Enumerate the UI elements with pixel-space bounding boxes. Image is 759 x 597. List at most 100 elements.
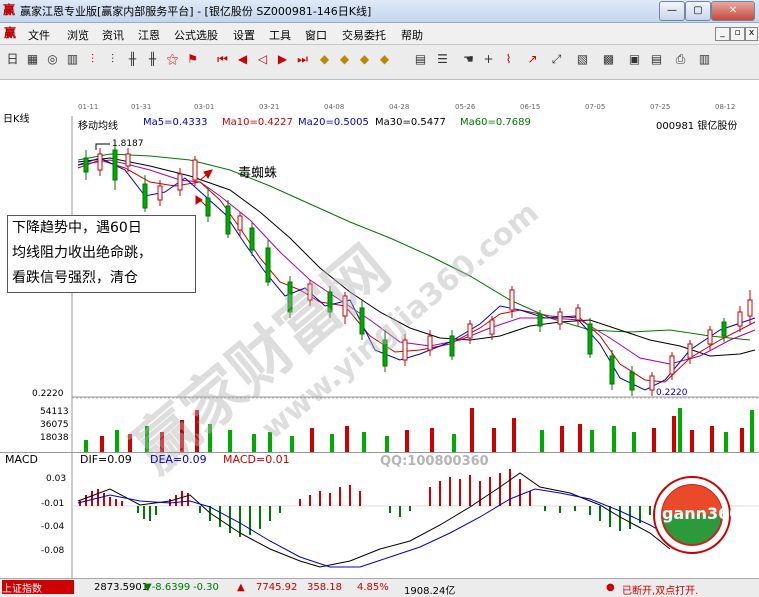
diamond-icon-4[interactable]: ◆: [376, 51, 393, 68]
ma10-label: Ma10=0.4227: [222, 117, 293, 128]
volume-label: 54113: [40, 407, 69, 417]
date-label: 05-26: [455, 103, 476, 111]
menu-file[interactable]: 文件: [28, 27, 50, 43]
prev-icon[interactable]: ◀: [234, 51, 251, 68]
title-bar: 赢 赢家江恩专业版[赢家内部服务平台] - [银亿股份 SZ000981-146…: [0, 0, 759, 23]
macd-value-label: MACD=0.01: [223, 453, 290, 466]
date-label: 01-31: [131, 103, 152, 111]
diamond-icon-2[interactable]: ◆: [336, 51, 353, 68]
gann360-logo-text: gann360: [662, 504, 741, 523]
menu-info[interactable]: 资讯: [102, 27, 124, 43]
sh-index-value: 2873.5901: [94, 582, 149, 593]
macd-chart[interactable]: [0, 452, 759, 578]
diamond-icon-3[interactable]: ◆: [356, 51, 373, 68]
note-box: 下降趋势中，遇60日 均线阻力收出绝命跳， 看跌信号强烈，清仓: [7, 215, 196, 293]
line-icon[interactable]: ╫: [144, 51, 161, 68]
ying-app-icon: 赢: [3, 3, 16, 17]
macd-tick: 0.03: [46, 474, 67, 484]
volume-label: 36075: [40, 420, 69, 430]
sz-index-icon: ▲: [237, 582, 245, 593]
trend-icon[interactable]: ↗: [524, 51, 541, 68]
minimize-button[interactable]: —: [659, 1, 685, 21]
gann-icon[interactable]: ⚝: [164, 51, 181, 68]
sh-index-change: ▼-8.6399: [144, 582, 191, 593]
date-label: 07-25: [650, 103, 671, 111]
first-icon[interactable]: ⏮: [214, 51, 231, 68]
macd-tick: -0.01: [41, 499, 65, 509]
candle-hollow-icon[interactable]: ⫶: [104, 51, 121, 68]
draw-line-icon[interactable]: ⌇: [500, 51, 517, 68]
date-label: 06-15: [520, 103, 541, 111]
zoom-icon[interactable]: ⤢: [548, 51, 565, 68]
menu-tools[interactable]: 工具: [269, 27, 291, 43]
tools-icon[interactable]: ▤: [648, 51, 665, 68]
high-marker: [95, 143, 110, 150]
ma60-label: Ma60=0.7689: [460, 117, 531, 128]
date-label: 03-21: [259, 103, 280, 111]
back-icon[interactable]: ◁: [254, 51, 271, 68]
dea-label: DEA=0.09: [150, 453, 207, 466]
sz-index-pct: 4.85%: [357, 582, 389, 593]
menu-trade[interactable]: 交易委托: [342, 27, 386, 43]
window-title: 赢家江恩专业版[赢家内部服务平台] - [银亿股份 SZ000981-146日K…: [20, 5, 372, 18]
grid-icon[interactable]: ▦: [24, 51, 41, 68]
close-button[interactable]: ✕: [711, 1, 755, 21]
menu-window[interactable]: 窗口: [305, 27, 327, 43]
dif-label: DIF=0.09: [80, 453, 132, 466]
date-label: 04-08: [324, 103, 345, 111]
menu-formula-select[interactable]: 公式选股: [174, 27, 218, 43]
sz-index-change: 358.18: [307, 582, 342, 593]
macd-label: MACD: [5, 453, 38, 466]
table-icon[interactable]: ▤: [412, 51, 429, 68]
menu-settings[interactable]: 设置: [233, 27, 255, 43]
macd-tick: -0.08: [41, 546, 65, 556]
date-label: 07-05: [585, 103, 606, 111]
mdi-close-button[interactable]: x: [745, 27, 758, 41]
note-line: 下降趋势中，遇60日: [12, 220, 142, 236]
menu-bar: 赢 文件 浏览 资讯 江恩 公式选股 设置 工具 窗口 交易委托 帮助 _ ▫ …: [0, 23, 759, 45]
period-menu-icon[interactable]: 日: [4, 51, 21, 68]
report-icon[interactable]: ▩: [600, 51, 617, 68]
ma20-label: Ma20=0.5005: [298, 117, 369, 128]
maximize-button[interactable]: ▢: [685, 1, 711, 21]
sz-index-value: 7745.92: [256, 582, 298, 593]
date-label: 03-01: [194, 103, 215, 111]
ohlc-icon[interactable]: ╫: [124, 51, 141, 68]
chart-icon[interactable]: ◎: [44, 51, 61, 68]
ma30-label: Ma30=0.5477: [375, 117, 446, 128]
last-icon[interactable]: ⏭: [294, 51, 311, 68]
connection-status[interactable]: 已断开,双点打开.: [622, 582, 698, 597]
sh-index-pct: -0.30: [193, 582, 219, 593]
hand-icon[interactable]: ☚: [460, 51, 477, 68]
print-icon[interactable]: ⎙: [672, 51, 689, 68]
menu-help[interactable]: 帮助: [401, 27, 423, 43]
menu-gann[interactable]: 江恩: [138, 27, 160, 43]
list-icon[interactable]: ☰: [434, 51, 451, 68]
note-line: 均线阻力收出绝命跳，: [12, 245, 152, 261]
date-label: 04-28: [389, 103, 410, 111]
index-label[interactable]: 上证指数: [2, 580, 74, 595]
date-label: 01-11: [78, 103, 99, 111]
diamond-icon-1[interactable]: ◆: [316, 51, 333, 68]
status-bar: 上证指数 2873.5901 ▼-8.6399 -0.30 ▲ 7745.92 …: [0, 578, 759, 597]
macd-tick: -0.04: [41, 522, 65, 532]
news-icon[interactable]: ▣: [626, 51, 643, 68]
bar-chart-icon[interactable]: ▥: [64, 51, 81, 68]
save-icon[interactable]: ▥: [696, 51, 713, 68]
candle-icon[interactable]: ⫶: [84, 51, 101, 68]
next-icon[interactable]: ▶: [274, 51, 291, 68]
flag-icon[interactable]: ⚑: [184, 51, 201, 68]
date-axis: 01-11 01-31 03-01 03-21 04-08 04-28 05-2…: [72, 103, 759, 114]
mdi-restore-button[interactable]: ▫: [730, 27, 745, 41]
menu-browse[interactable]: 浏览: [67, 27, 89, 43]
calendar-icon[interactable]: ▧: [574, 51, 591, 68]
pattern-annotation: 毒蜘蛛: [238, 166, 278, 181]
y-axis-low: 0.2220: [32, 389, 64, 399]
ying-menu-icon[interactable]: 赢: [4, 26, 18, 40]
mdi-minimize-button[interactable]: _: [715, 27, 730, 41]
crosshair-icon[interactable]: +: [480, 51, 497, 68]
volume-label: 18038: [40, 433, 69, 443]
dea-line: [77, 488, 671, 568]
low-price-label: 0.2220: [656, 388, 688, 398]
sz-amount: 1908.24亿: [404, 586, 456, 597]
